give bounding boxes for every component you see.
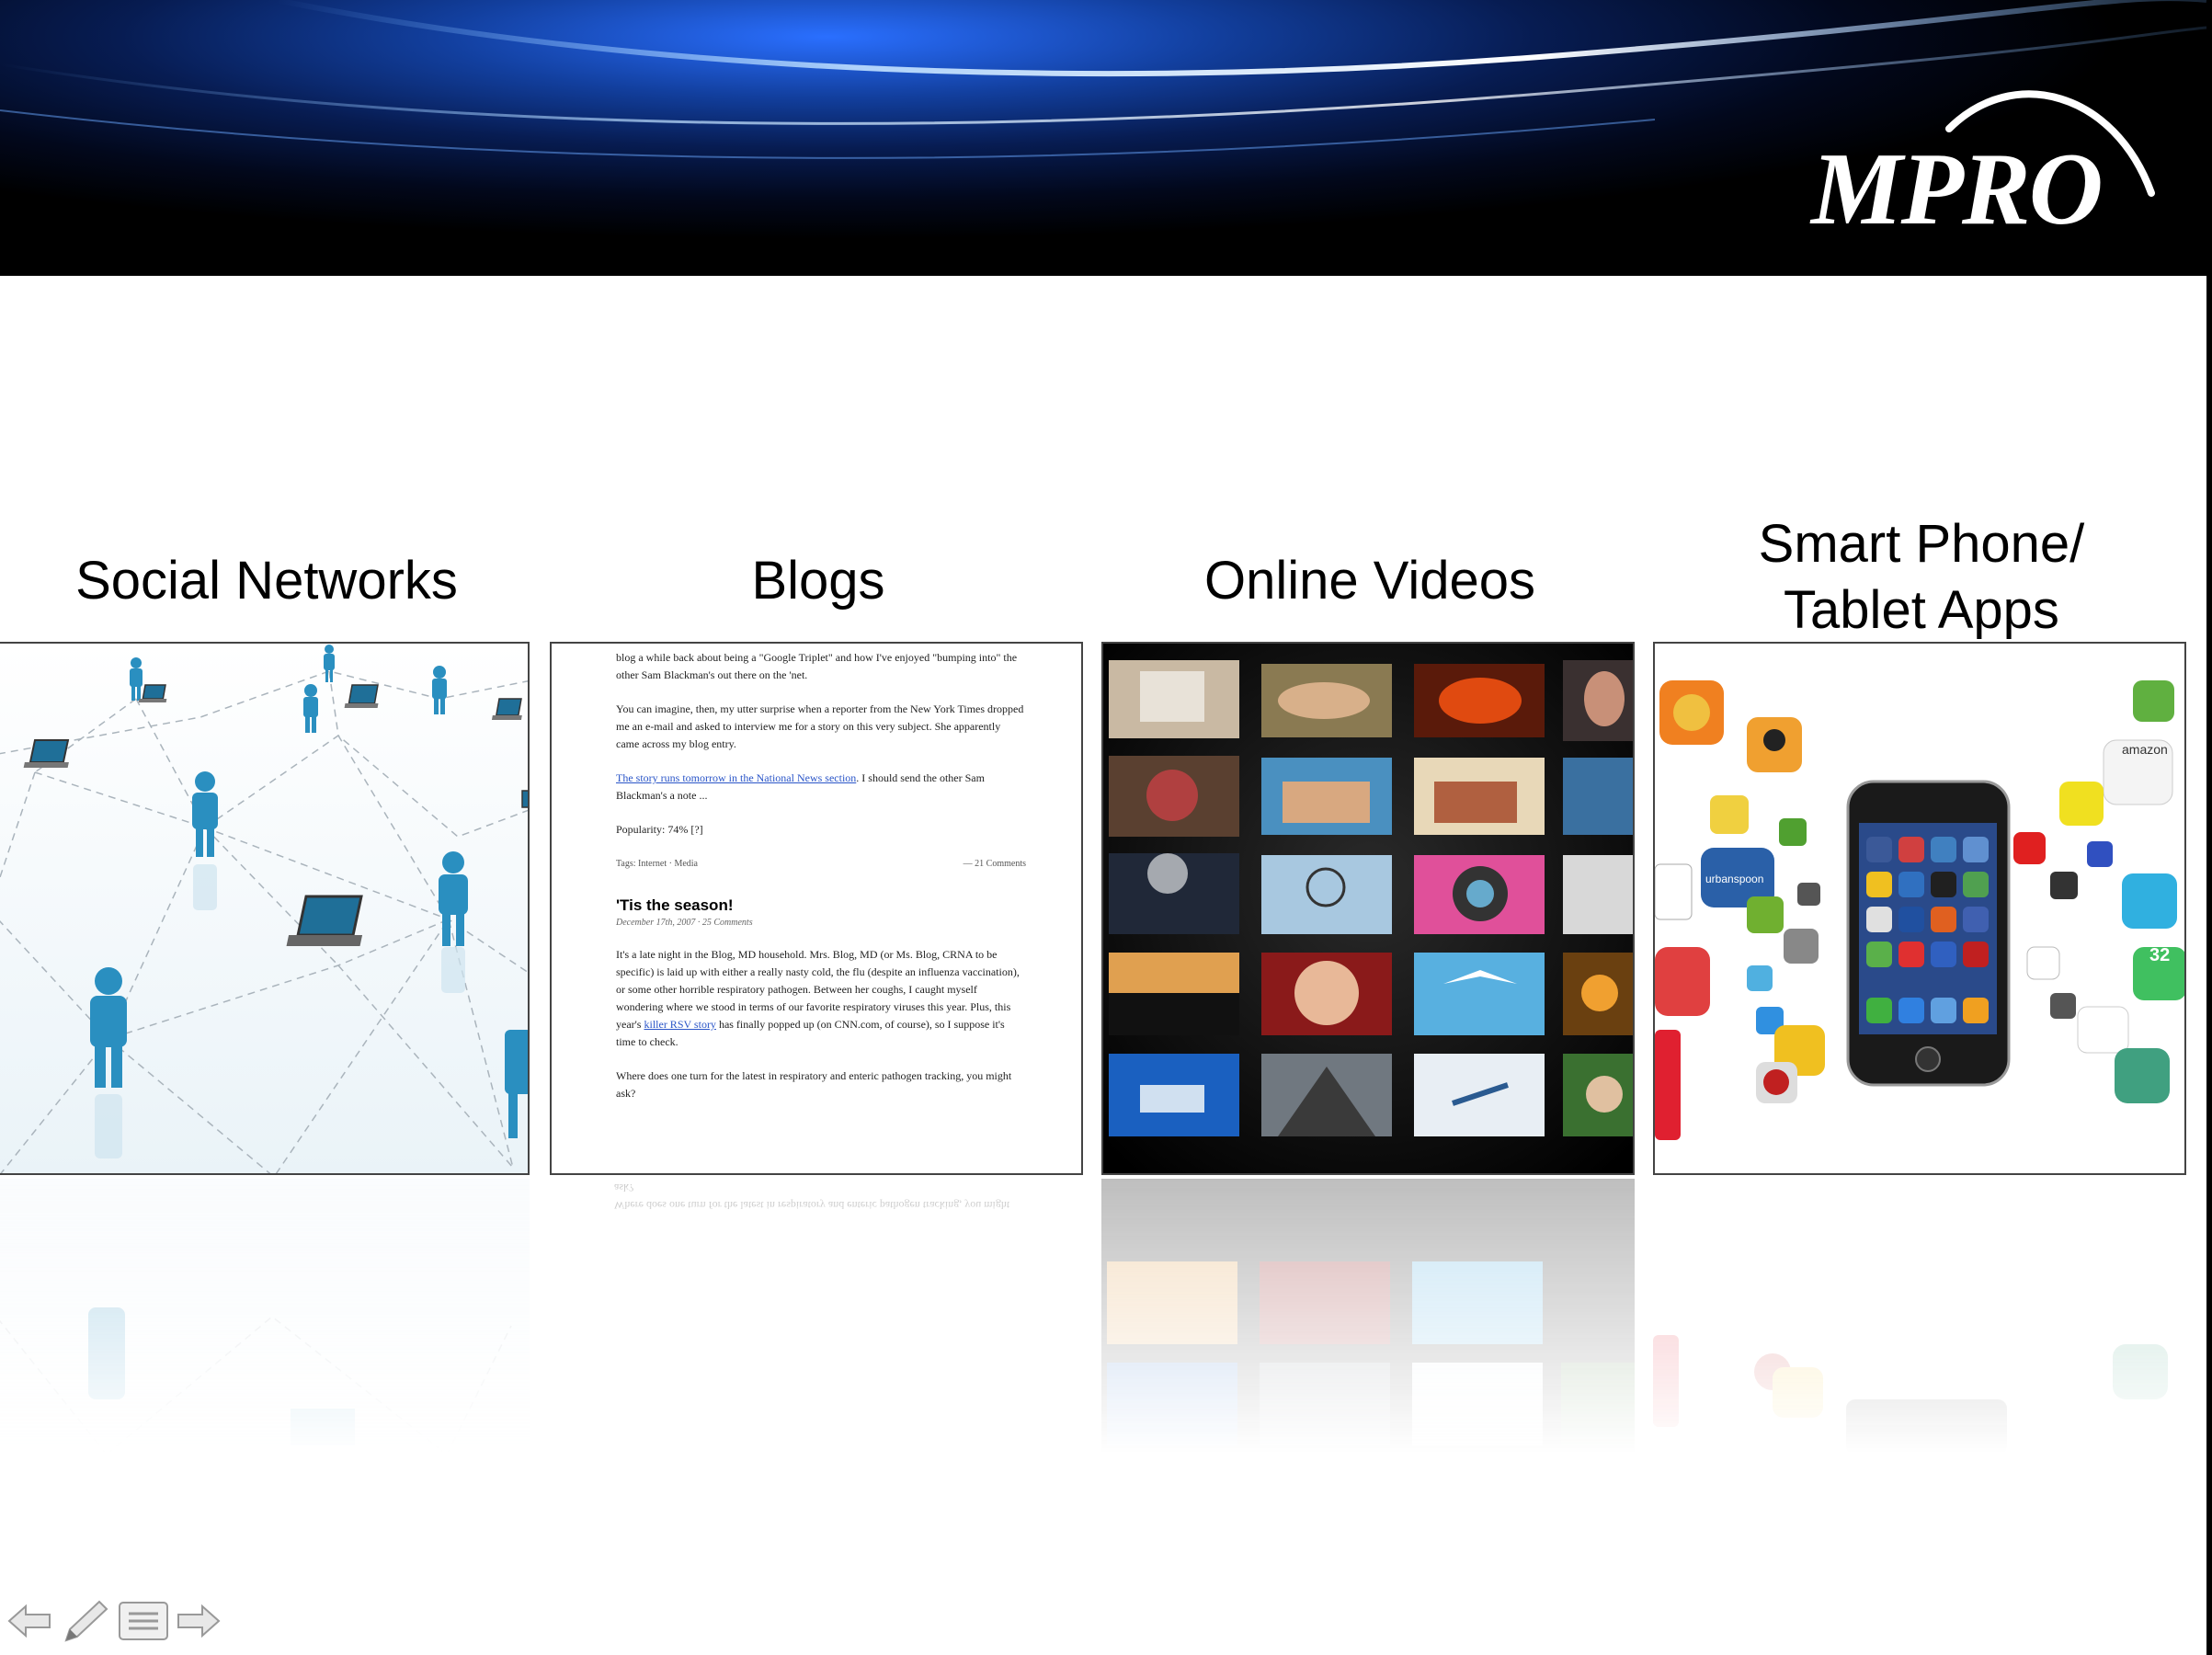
blog-tags: Tags: Internet · Media — [616, 859, 698, 869]
menu-icon[interactable] — [118, 1601, 169, 1646]
arrow-right-icon[interactable] — [177, 1603, 221, 1644]
blog-popularity: Popularity: 74% [?] — [616, 823, 703, 836]
blog-post-title[interactable]: 'Tis the season! — [616, 896, 1026, 914]
smartphone-apps-image: amazon urbanspoon 32 — [1653, 642, 2186, 1175]
blog-rsv-link[interactable]: killer RSV story — [644, 1018, 715, 1031]
blog-screenshot: blog a while back about being a "Google … — [550, 642, 1083, 1175]
title-online-videos: Online Videos — [1203, 551, 1536, 611]
calendar-badge: 32 — [2149, 945, 2170, 965]
amazon-label: amazon — [2122, 742, 2168, 757]
logo-text: MPRO — [1811, 132, 2104, 246]
title-blogs: Blogs — [751, 551, 885, 611]
smartphone-apps-reflection — [1653, 1179, 2186, 1455]
slide-edge — [2206, 0, 2212, 1655]
blog-comments-link[interactable]: — 21 Comments — [963, 855, 1026, 873]
online-videos-image — [1101, 642, 1635, 1175]
blog-post-date: December 17th, 2007 · 25 Comments — [616, 918, 753, 928]
slideshow-nav — [7, 1600, 221, 1646]
title-smartphone-apps: Smart Phone/ Tablet Apps — [1758, 514, 2085, 640]
social-network-image — [0, 642, 530, 1175]
blog-para-3: The story runs tomorrow in the National … — [616, 771, 985, 802]
arrow-left-icon[interactable] — [7, 1603, 51, 1644]
blog-story-link[interactable]: The story runs tomorrow in the National … — [616, 771, 856, 784]
online-videos-reflection — [1101, 1179, 1635, 1455]
pen-icon[interactable] — [59, 1598, 110, 1649]
blog-tags-row: Tags: Internet · Media — 21 Comments — [616, 855, 1026, 873]
blog-para-2: You can imagine, then, my utter surprise… — [616, 702, 1024, 750]
blog-para-1: blog a while back about being a "Google … — [616, 651, 1018, 681]
header-banner: MPRO — [0, 0, 2206, 276]
mpro-logo: MPRO — [1811, 64, 2161, 246]
blog-para-5: Where does one turn for the latest in re… — [616, 1069, 1012, 1100]
urbanspoon-label: urbanspoon — [1705, 873, 1763, 885]
blog-content: blog a while back about being a "Google … — [552, 644, 1081, 1102]
blog-para-4: It's a late night in the Blog, MD househ… — [616, 948, 1020, 1048]
title-social-networks: Social Networks — [75, 551, 458, 611]
blog-reflection: Where does one turn for the latest in re… — [614, 1181, 1010, 1212]
social-network-reflection — [0, 1179, 530, 1455]
